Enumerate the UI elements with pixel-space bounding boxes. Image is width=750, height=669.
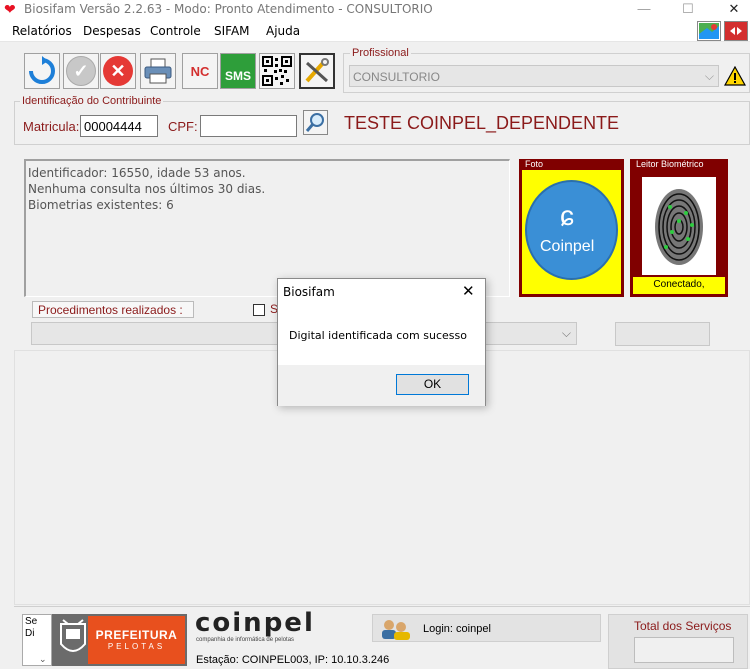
close-button[interactable]: ✕ xyxy=(720,0,748,20)
prefeitura-badge: PREFEITURA PELOTAS xyxy=(88,616,185,664)
ok-button[interactable]: OK xyxy=(396,374,469,395)
procedimentos-label: Procedimentos realizados : xyxy=(32,301,194,318)
dialog-message: Digital identificada com sucesso xyxy=(289,329,467,342)
qrcode-icon xyxy=(262,56,292,86)
menu-bar: Relatórios Despesas Controle SIFAM Ajuda xyxy=(0,20,750,42)
warning-icon xyxy=(723,65,747,89)
total-value-box xyxy=(634,637,734,663)
cancel-button[interactable]: ✕ xyxy=(100,53,136,89)
leitor-label: Leitor Biométrico xyxy=(636,159,704,169)
profissional-value: CONSULTORIO xyxy=(353,70,440,84)
estacao-info: Estação: COINPEL003, IP: 10.10.3.246 xyxy=(196,654,390,666)
coinpel-brand: coinpel xyxy=(195,608,315,638)
fingerprint-image xyxy=(642,177,716,275)
search-icon xyxy=(305,113,324,132)
footer-side-text-1: Se xyxy=(25,616,38,627)
menu-ajuda[interactable]: Ajuda xyxy=(266,24,300,38)
chevron-down-icon: ⌵ xyxy=(704,69,714,83)
print-button[interactable] xyxy=(140,53,176,89)
menu-controle[interactable]: Controle xyxy=(150,24,201,38)
login-label: Login: coinpel xyxy=(423,623,491,635)
footer-side-list[interactable]: Se Di ⌄ xyxy=(22,614,52,666)
leitor-frame: Leitor Biométrico Conectado, xyxy=(630,159,728,297)
x-icon: ✕ xyxy=(103,56,133,86)
dialog-title: Biosifam xyxy=(283,285,335,299)
chevron-down-icon: ⌵ xyxy=(561,326,571,340)
foto-label: Foto xyxy=(525,159,544,169)
nc-button[interactable]: NC xyxy=(182,53,218,89)
cpf-input[interactable] xyxy=(200,115,297,137)
prefeitura-line2: PELOTAS xyxy=(107,642,166,651)
prefeitura-line1: PREFEITURA xyxy=(95,628,178,642)
confirm-button[interactable]: ✓ xyxy=(63,53,99,89)
total-panel: Total dos Serviços xyxy=(608,614,748,669)
cpf-label: CPF: xyxy=(168,119,198,134)
tools-icon xyxy=(305,58,329,83)
refresh-button[interactable] xyxy=(24,53,60,89)
info-line-consulta: Nenhuma consulta nos últimos 30 dias. xyxy=(28,182,266,196)
info-panel: Identificador: 16550, idade 53 anos. Nen… xyxy=(24,159,510,297)
profissional-label: Profissional xyxy=(350,47,411,59)
printer-icon xyxy=(144,58,172,84)
coinpel-tagline: companhia de informática de pelotas xyxy=(196,637,295,643)
footer-side-text-2: Di xyxy=(25,628,35,639)
matricula-input[interactable] xyxy=(80,115,158,137)
procedimentos-value-box xyxy=(615,322,710,346)
coinpel-logo-image: ɕ Coinpel xyxy=(525,180,618,280)
app-heart-icon: ❤ xyxy=(4,1,16,17)
search-button[interactable] xyxy=(303,110,328,135)
check-icon: ✓ xyxy=(66,56,96,86)
foto-area: ɕ Coinpel xyxy=(522,170,621,294)
maximize-button[interactable]: ☐ xyxy=(674,0,702,20)
leitor-status: Conectado, xyxy=(633,277,725,294)
map-icon[interactable] xyxy=(697,21,721,41)
chevron-down-icon: ⌄ xyxy=(39,654,47,664)
tools-button[interactable] xyxy=(299,53,335,89)
fingerprint-icon xyxy=(655,189,703,265)
info-line-biometrias: Biometrias existentes: 6 xyxy=(28,198,174,212)
procedimentos-checkbox[interactable] xyxy=(253,304,265,316)
sms-label: SMS xyxy=(224,69,251,83)
menu-sifam[interactable]: SIFAM xyxy=(214,24,250,38)
dialog-close-button[interactable]: ✕ xyxy=(462,282,475,300)
minimize-button[interactable]: — xyxy=(630,0,658,20)
menu-relatorios[interactable]: Relatórios xyxy=(12,24,72,38)
brasao-icon xyxy=(60,619,86,652)
window-title: Biosifam Versão 2.2.63 - Modo: Pronto At… xyxy=(24,2,433,16)
login-panel: Login: coinpel xyxy=(372,614,601,642)
message-dialog: Biosifam ✕ Digital identificada com suce… xyxy=(277,278,486,406)
total-label: Total dos Serviços xyxy=(634,619,732,633)
menu-despesas[interactable]: Despesas xyxy=(83,24,141,38)
refresh-icon xyxy=(29,56,55,84)
exit-icon[interactable] xyxy=(724,21,748,41)
contribuinte-name: TESTE COINPEL_DEPENDENTE xyxy=(344,113,620,133)
qrcode-button[interactable] xyxy=(259,53,295,89)
title-bar: ❤ Biosifam Versão 2.2.63 - Modo: Pronto … xyxy=(0,0,750,20)
matricula-label: Matricula: xyxy=(23,119,80,134)
info-line-identificador: Identificador: 16550, idade 53 anos. xyxy=(28,166,246,180)
coinpel-c-icon: ɕ xyxy=(560,200,574,231)
profissional-select[interactable]: CONSULTORIO ⌵ xyxy=(349,65,719,87)
contribuinte-label: Identificação do Contribuinte xyxy=(20,95,164,107)
users-icon xyxy=(382,620,410,640)
sms-button[interactable]: SMS xyxy=(220,53,256,89)
foto-frame: Foto ɕ Coinpel xyxy=(519,159,624,297)
coinpel-logo-text: Coinpel xyxy=(540,238,595,255)
prefeitura-logo: PREFEITURA PELOTAS xyxy=(52,614,187,666)
